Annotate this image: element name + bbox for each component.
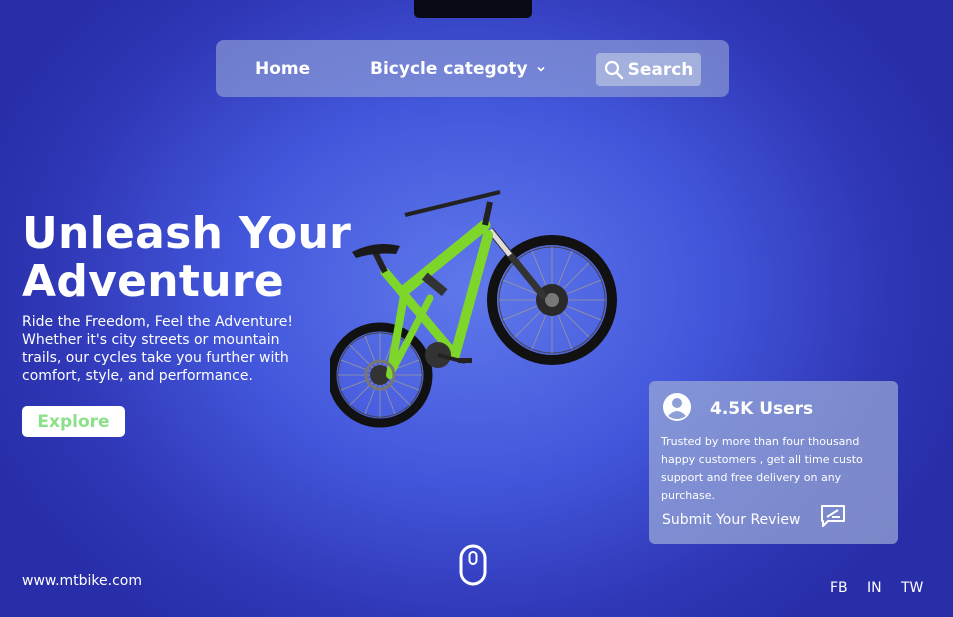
submit-review-link[interactable]: Submit Your Review xyxy=(662,512,800,528)
search-label: Search xyxy=(627,59,694,80)
nav-bicycle-category-dropdown[interactable]: Bicycle categoty xyxy=(370,59,546,79)
top-navbar: Home Bicycle categoty Search xyxy=(216,40,729,97)
chevron-down-icon xyxy=(537,66,546,72)
hero-title: Unleash Your Adventure xyxy=(22,208,352,307)
search-button[interactable]: Search xyxy=(596,53,701,86)
social-twitter-link[interactable]: TW xyxy=(901,580,923,596)
social-facebook-link[interactable]: FB xyxy=(830,580,848,596)
nav-category-label: Bicycle categoty xyxy=(370,59,528,79)
camera-notch xyxy=(414,0,532,18)
review-icon[interactable] xyxy=(820,503,846,529)
social-instagram-link[interactable]: IN xyxy=(867,580,882,596)
users-description: Trusted by more than four thousand happy… xyxy=(661,435,863,502)
search-icon xyxy=(604,60,623,79)
users-card: 4.5K Users Trusted by more than four tho… xyxy=(649,381,898,544)
mountain-bike-image xyxy=(330,190,617,428)
rear-wheel xyxy=(330,322,433,428)
hero-description: Ride the Freedom, Feel the Adventure! Wh… xyxy=(22,314,293,384)
user-icon xyxy=(663,393,691,421)
mouse-scroll-icon[interactable] xyxy=(459,544,487,586)
nav-home-link[interactable]: Home xyxy=(255,59,310,79)
explore-button[interactable]: Explore xyxy=(22,406,125,437)
website-url[interactable]: www.mtbike.com xyxy=(22,573,142,589)
users-count: 4.5K Users xyxy=(710,399,814,419)
